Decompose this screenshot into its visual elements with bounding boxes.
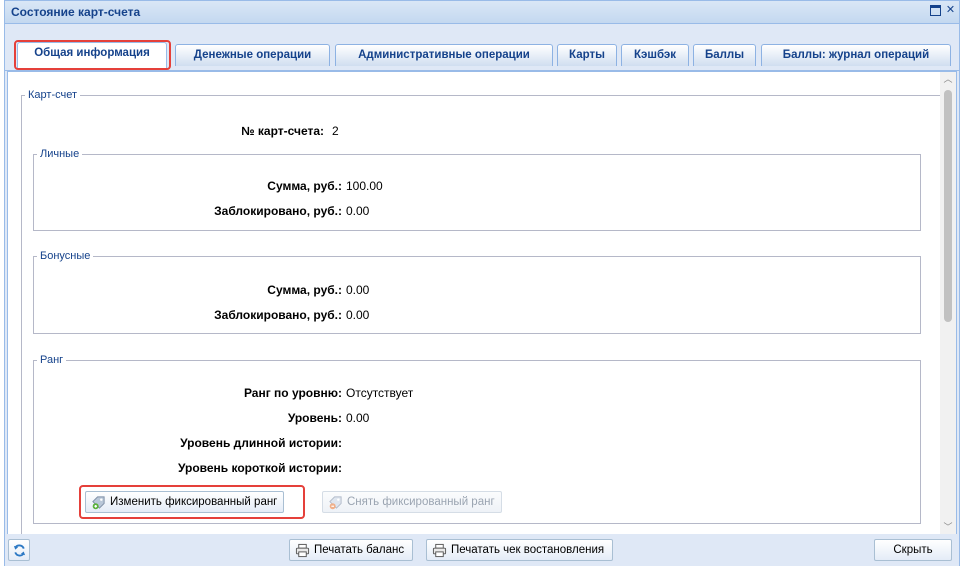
tab-points-journal[interactable]: Баллы: журнал операций	[761, 44, 951, 66]
account-number-row: № карт-счета: 2	[8, 124, 339, 140]
bonus-sum-row: Сумма, руб.: 0.00	[8, 283, 369, 299]
tab-cashback[interactable]: Кэшбэк	[621, 44, 689, 66]
remove-fixed-rank-button[interactable]: Снять фиксированный ранг	[322, 491, 502, 513]
rank-level-row: Уровень: 0.00	[8, 411, 370, 427]
window-title: Состояние карт-счета	[11, 5, 141, 19]
scroll-thumb[interactable]	[944, 90, 952, 322]
print-balance-label: Печатать баланс	[314, 544, 405, 556]
change-fixed-rank-label: Изменить фиксированный ранг	[110, 496, 278, 508]
tab-general-info[interactable]: Общая информация	[17, 42, 167, 68]
account-state-window: Состояние карт-счета ✕ Общая информация …	[4, 0, 960, 566]
bonus-sum-label: Сумма, руб.:	[267, 283, 342, 297]
scroll-down-icon[interactable]: ﹀	[940, 520, 956, 534]
print-balance-button[interactable]: Печатать баланс	[289, 539, 414, 561]
refresh-button[interactable]	[8, 539, 30, 561]
bonus-blocked-label: Заблокировано, руб.:	[214, 308, 342, 322]
personal-sum-value: 100.00	[346, 179, 383, 193]
printer-icon	[295, 543, 310, 558]
rank-level-value: 0.00	[346, 411, 370, 425]
account-number-value: 2	[332, 124, 339, 138]
content-panel: Карт-счет № карт-счета: 2 Личные Сумма, …	[7, 71, 957, 535]
personal-legend: Личные	[40, 148, 80, 160]
tab-cards[interactable]: Карты	[557, 44, 617, 66]
bonus-blocked-row: Заблокировано, руб.: 0.00	[8, 308, 369, 324]
rank-by-level-row: Ранг по уровню: Отсутствует	[8, 386, 413, 402]
maximize-icon[interactable]	[929, 4, 942, 17]
rank-short-history-label: Уровень короткой истории:	[177, 461, 342, 475]
close-icon[interactable]: ✕	[944, 4, 957, 17]
window-titlebar: Состояние карт-счета ✕	[5, 1, 959, 24]
account-legend: Карт-счет	[28, 89, 78, 101]
vertical-scrollbar[interactable]: ︿ ﹀	[940, 72, 956, 534]
rank-long-history-label: Уровень длинной истории:	[180, 436, 342, 450]
rank-by-level-label: Ранг по уровню:	[243, 386, 342, 400]
refresh-icon	[13, 544, 26, 557]
rank-level-label: Уровень:	[287, 411, 342, 425]
tag-remove-icon	[329, 496, 342, 510]
personal-sum-row: Сумма, руб.: 100.00	[8, 179, 382, 195]
hide-button[interactable]: Скрыть	[874, 539, 952, 561]
tab-money-operations[interactable]: Денежные операции	[175, 44, 330, 66]
bottom-toolbar: Печатать баланс Печатать чек востановлен…	[5, 534, 959, 566]
tab-admin-operations[interactable]: Административные операции	[335, 44, 553, 66]
rank-short-history-row: Уровень короткой истории:	[8, 461, 342, 477]
rank-by-level-value: Отсутствует	[346, 386, 414, 400]
rank-legend: Ранг	[40, 354, 64, 366]
tab-strip: Общая информация Денежные операции Админ…	[5, 24, 959, 71]
scroll-up-icon[interactable]: ︿	[940, 72, 956, 86]
print-receipt-label: Печатать чек востановления	[451, 544, 605, 556]
bonus-blocked-value: 0.00	[346, 308, 370, 322]
personal-blocked-value: 0.00	[346, 204, 370, 218]
personal-sum-label: Сумма, руб.:	[267, 179, 342, 193]
remove-fixed-rank-label: Снять фиксированный ранг	[347, 496, 495, 508]
change-fixed-rank-button[interactable]: Изменить фиксированный ранг	[85, 491, 285, 513]
personal-blocked-label: Заблокировано, руб.:	[214, 204, 342, 218]
personal-blocked-row: Заблокировано, руб.: 0.00	[8, 204, 369, 220]
tag-edit-icon	[92, 496, 105, 510]
scroll-area: Карт-счет № карт-счета: 2 Личные Сумма, …	[8, 72, 940, 534]
printer-icon	[432, 543, 447, 558]
print-receipt-button[interactable]: Печатать чек востановления	[426, 539, 614, 561]
bonus-sum-value: 0.00	[346, 283, 370, 297]
rank-long-history-row: Уровень длинной истории:	[8, 436, 342, 452]
account-number-label: № карт-счета:	[241, 124, 324, 138]
bonus-legend: Бонусные	[40, 250, 91, 262]
tab-points[interactable]: Баллы	[693, 44, 756, 66]
